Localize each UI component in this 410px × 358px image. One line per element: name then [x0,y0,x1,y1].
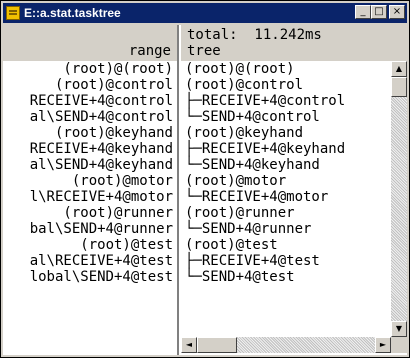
scroll-down-icon[interactable]: ▼ [391,321,407,337]
horizontal-scroll-thumb[interactable] [197,337,237,353]
tree-column-header[interactable]: total: 11.242ms tree [181,25,407,61]
range-column-header[interactable]: range [3,25,179,61]
maximize-button[interactable]: □ [371,5,387,19]
range-cell[interactable]: (root)@test [3,237,177,253]
tree-node[interactable]: ├─RECEIVE+4@keyhand [181,141,391,157]
tree-node[interactable]: └─SEND+4@runner [181,221,391,237]
range-cell[interactable]: (root)@keyhand [3,125,177,141]
title-bar[interactable]: E::a.stat.tasktree _ □ × [3,3,407,23]
range-cell[interactable]: al\SEND+4@control [3,109,177,125]
range-cell[interactable]: (root)@control [3,77,177,93]
tree-node[interactable]: ├─RECEIVE+4@test [181,253,391,269]
scroll-right-icon[interactable]: ► [375,337,391,353]
tree-node[interactable]: └─SEND+4@test [181,269,391,285]
range-cell[interactable]: al\RECEIVE+4@test [3,253,177,269]
scroll-left-icon[interactable]: ◄ [181,337,197,353]
title-bar-buttons: _ □ × [355,5,405,19]
range-cell[interactable]: (root)@motor [3,173,177,189]
tree-node[interactable]: └─RECEIVE+4@motor [181,189,391,205]
range-cell[interactable]: RECEIVE+4@keyhand [3,141,177,157]
content-area: range total: 11.242ms tree (root)@(root)… [3,25,407,355]
task-tree-window: E::a.stat.tasktree _ □ × range total: 11… [0,0,410,358]
range-pane[interactable]: (root)@(root) (root)@control RECEIVE+4@c… [3,61,179,355]
tree-header-label: tree [187,43,221,59]
tree-node[interactable]: (root)@motor [181,173,391,189]
close-button[interactable]: × [389,5,405,19]
range-header-label: range [128,43,171,59]
total-time-label: total: 11.242ms [187,27,322,43]
range-cell[interactable]: lobal\SEND+4@test [3,269,177,285]
vertical-scroll-thumb[interactable] [391,77,407,97]
tree-node[interactable]: ├─RECEIVE+4@control [181,93,391,109]
window-title: E::a.stat.tasktree [24,6,121,20]
tree-node[interactable]: (root)@runner [181,205,391,221]
tree-node[interactable]: (root)@control [181,77,391,93]
scroll-up-icon[interactable]: ▲ [391,61,407,77]
vertical-scrollbar[interactable]: ▲ ▼ [391,61,407,337]
tree-node[interactable]: (root)@test [181,237,391,253]
range-cell[interactable]: bal\SEND+4@runner [3,221,177,237]
range-cell[interactable]: (root)@(root) [3,61,177,77]
range-cell[interactable]: al\SEND+4@keyhand [3,157,177,173]
range-cell[interactable]: (root)@runner [3,205,177,221]
minimize-button[interactable]: _ [355,5,371,19]
range-cell[interactable]: l\RECEIVE+4@motor [3,189,177,205]
tree-node[interactable]: (root)@keyhand [181,125,391,141]
tree-node[interactable]: └─SEND+4@control [181,109,391,125]
size-grip[interactable] [391,337,407,353]
tree-node[interactable]: (root)@(root) [181,61,391,77]
horizontal-scrollbar[interactable]: ◄ ► [181,337,391,353]
tree-pane[interactable]: (root)@(root) (root)@control ├─RECEIVE+4… [181,61,391,337]
app-icon[interactable] [6,6,20,20]
tree-node[interactable]: └─SEND+4@keyhand [181,157,391,173]
range-cell[interactable]: RECEIVE+4@control [3,93,177,109]
